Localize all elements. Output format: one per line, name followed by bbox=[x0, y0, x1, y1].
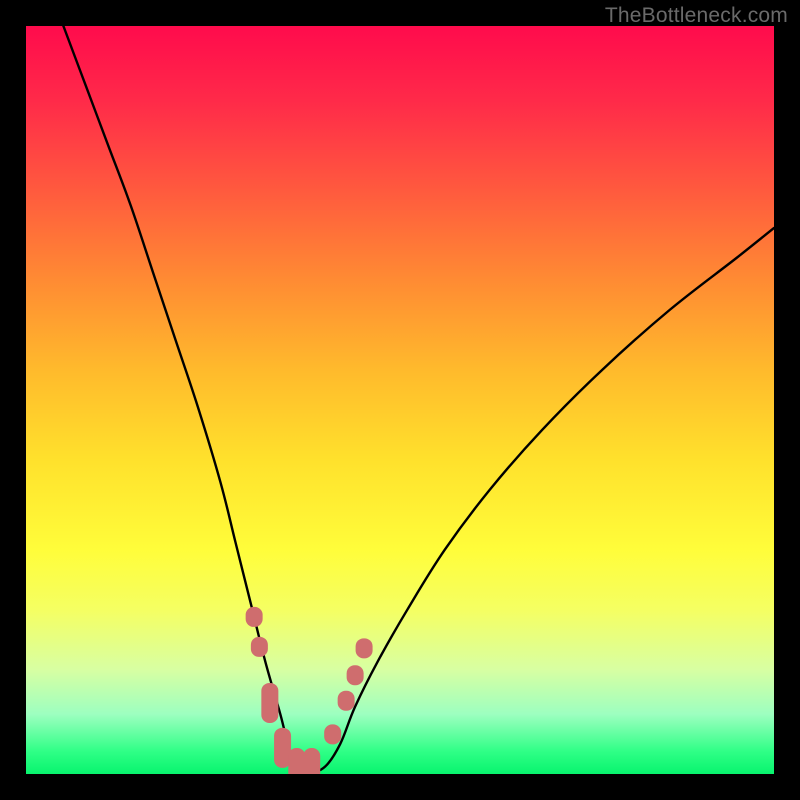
marker-point bbox=[288, 748, 305, 774]
watermark-text: TheBottleneck.com bbox=[605, 4, 788, 28]
marker-point bbox=[347, 665, 364, 685]
marker-point bbox=[324, 724, 341, 744]
marker-point bbox=[261, 683, 278, 723]
marker-point bbox=[251, 637, 268, 657]
curve-group bbox=[63, 26, 774, 772]
chart-svg bbox=[26, 26, 774, 774]
marker-point bbox=[303, 748, 320, 774]
plot-area bbox=[26, 26, 774, 774]
markers-group bbox=[246, 607, 373, 774]
bottleneck-curve bbox=[63, 26, 774, 772]
marker-point bbox=[246, 607, 263, 627]
outer-frame: TheBottleneck.com bbox=[0, 0, 800, 800]
marker-point bbox=[338, 691, 355, 711]
marker-point bbox=[356, 638, 373, 658]
